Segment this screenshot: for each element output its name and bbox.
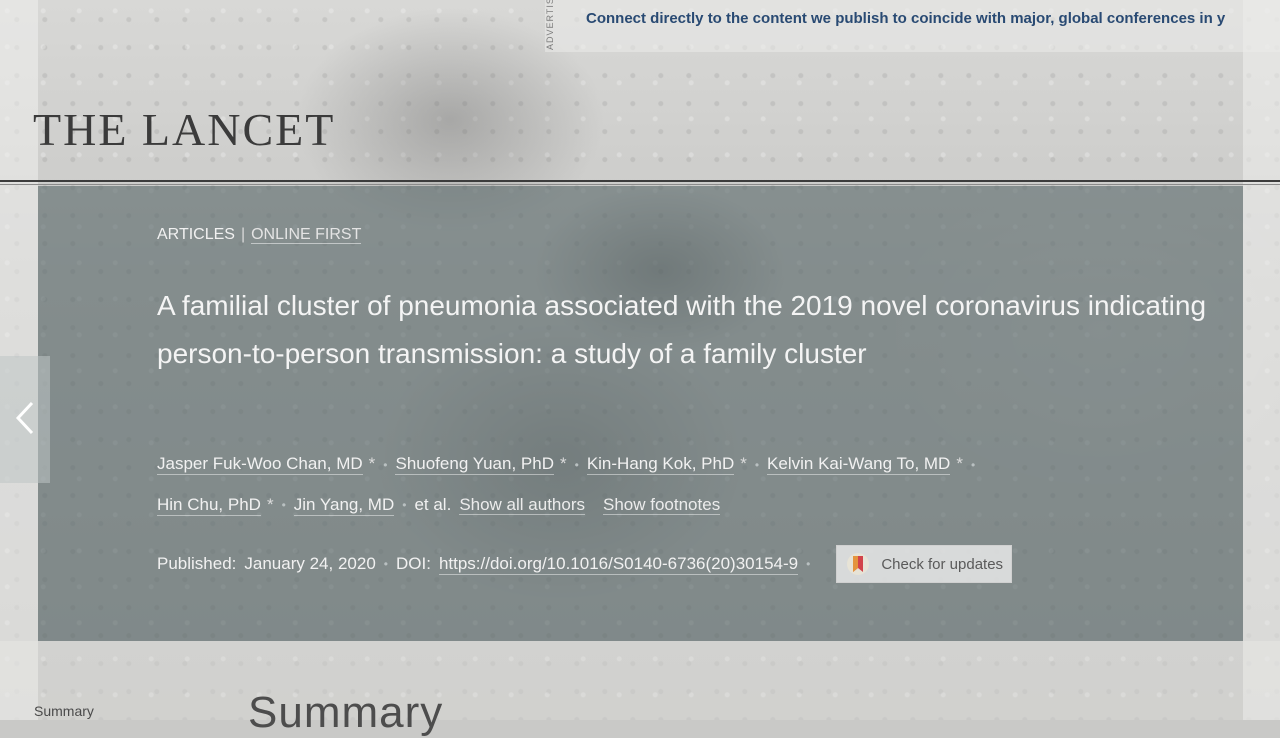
previous-button[interactable] — [0, 356, 50, 483]
check-for-updates-button[interactable]: Check for updates — [836, 545, 1013, 583]
author-link[interactable]: Jin Yang, MD — [293, 494, 395, 516]
bookmark-badge-icon — [845, 551, 871, 577]
author-separator: • — [754, 457, 760, 472]
published-label: Published: — [157, 554, 237, 573]
author-separator: • — [574, 457, 579, 472]
author-marker: * — [368, 454, 376, 473]
author-link[interactable]: Kelvin Kai-Wang To, MD — [767, 454, 951, 475]
show-all-authors-link[interactable]: Show all authors — [459, 494, 585, 515]
breadcrumb: ARTICLES | ONLINE FIRST — [157, 226, 362, 244]
meta-separator: • — [383, 557, 388, 571]
meta-separator: • — [806, 557, 811, 571]
author-link[interactable]: Kin-Hang Kok, PhD — [586, 454, 735, 475]
publication-meta: Published: January 24, 2020 • DOI: https… — [157, 544, 1217, 584]
article-title: A familial cluster of pneumonia associat… — [157, 290, 1207, 369]
published-date: January 24, 2020 — [244, 554, 376, 573]
article-header: ARTICLES | ONLINE FIRST A familial cluster… — [38, 186, 1243, 641]
advertisement-text[interactable]: Connect directly to the content we publi… — [586, 10, 1280, 27]
right-gutter — [1243, 0, 1280, 720]
author-link[interactable]: Shuofeng Yuan, PhD — [395, 454, 554, 475]
header-divider — [0, 180, 1280, 182]
author-link[interactable]: Hin Chu, PhD — [157, 494, 261, 516]
author-marker: * — [740, 454, 747, 473]
doi-link[interactable]: https://doi.org/10.1016/S0140-6736(20)30… — [438, 554, 799, 575]
advertisement-label: ADVERTISEMENT — [545, 0, 555, 50]
author-separator: • — [383, 457, 388, 472]
author-separator: • — [970, 457, 976, 472]
author-marker: * — [956, 454, 963, 473]
check-for-updates-label: Check for updates — [881, 555, 1004, 573]
doi-label: DOI: — [395, 554, 431, 573]
show-footnotes-link[interactable]: Show footnotes — [603, 494, 721, 515]
author-marker: * — [559, 454, 567, 473]
journal-logo[interactable]: THE LANCET — [33, 103, 335, 156]
author-list: Jasper Fuk-Woo Chan, MD * • Shuofeng Yuan, … — [157, 444, 1217, 525]
author-marker: * — [266, 494, 274, 514]
author-separator: • — [281, 498, 286, 513]
breadcrumb-separator: | — [240, 226, 246, 243]
breadcrumb-online-first[interactable]: ONLINE FIRST — [251, 226, 362, 244]
content-area — [0, 641, 1280, 720]
nav-link-summary[interactable]: Summary — [34, 703, 94, 719]
et-al-text: et al. — [414, 494, 452, 514]
chevron-left-icon — [14, 400, 36, 440]
breadcrumb-articles[interactable]: ARTICLES — [157, 226, 235, 243]
section-heading-summary: Summary — [248, 688, 444, 737]
author-separator: • — [402, 498, 407, 513]
header-divider-secondary — [0, 184, 1280, 185]
author-link[interactable]: Jasper Fuk-Woo Chan, MD — [157, 454, 363, 475]
